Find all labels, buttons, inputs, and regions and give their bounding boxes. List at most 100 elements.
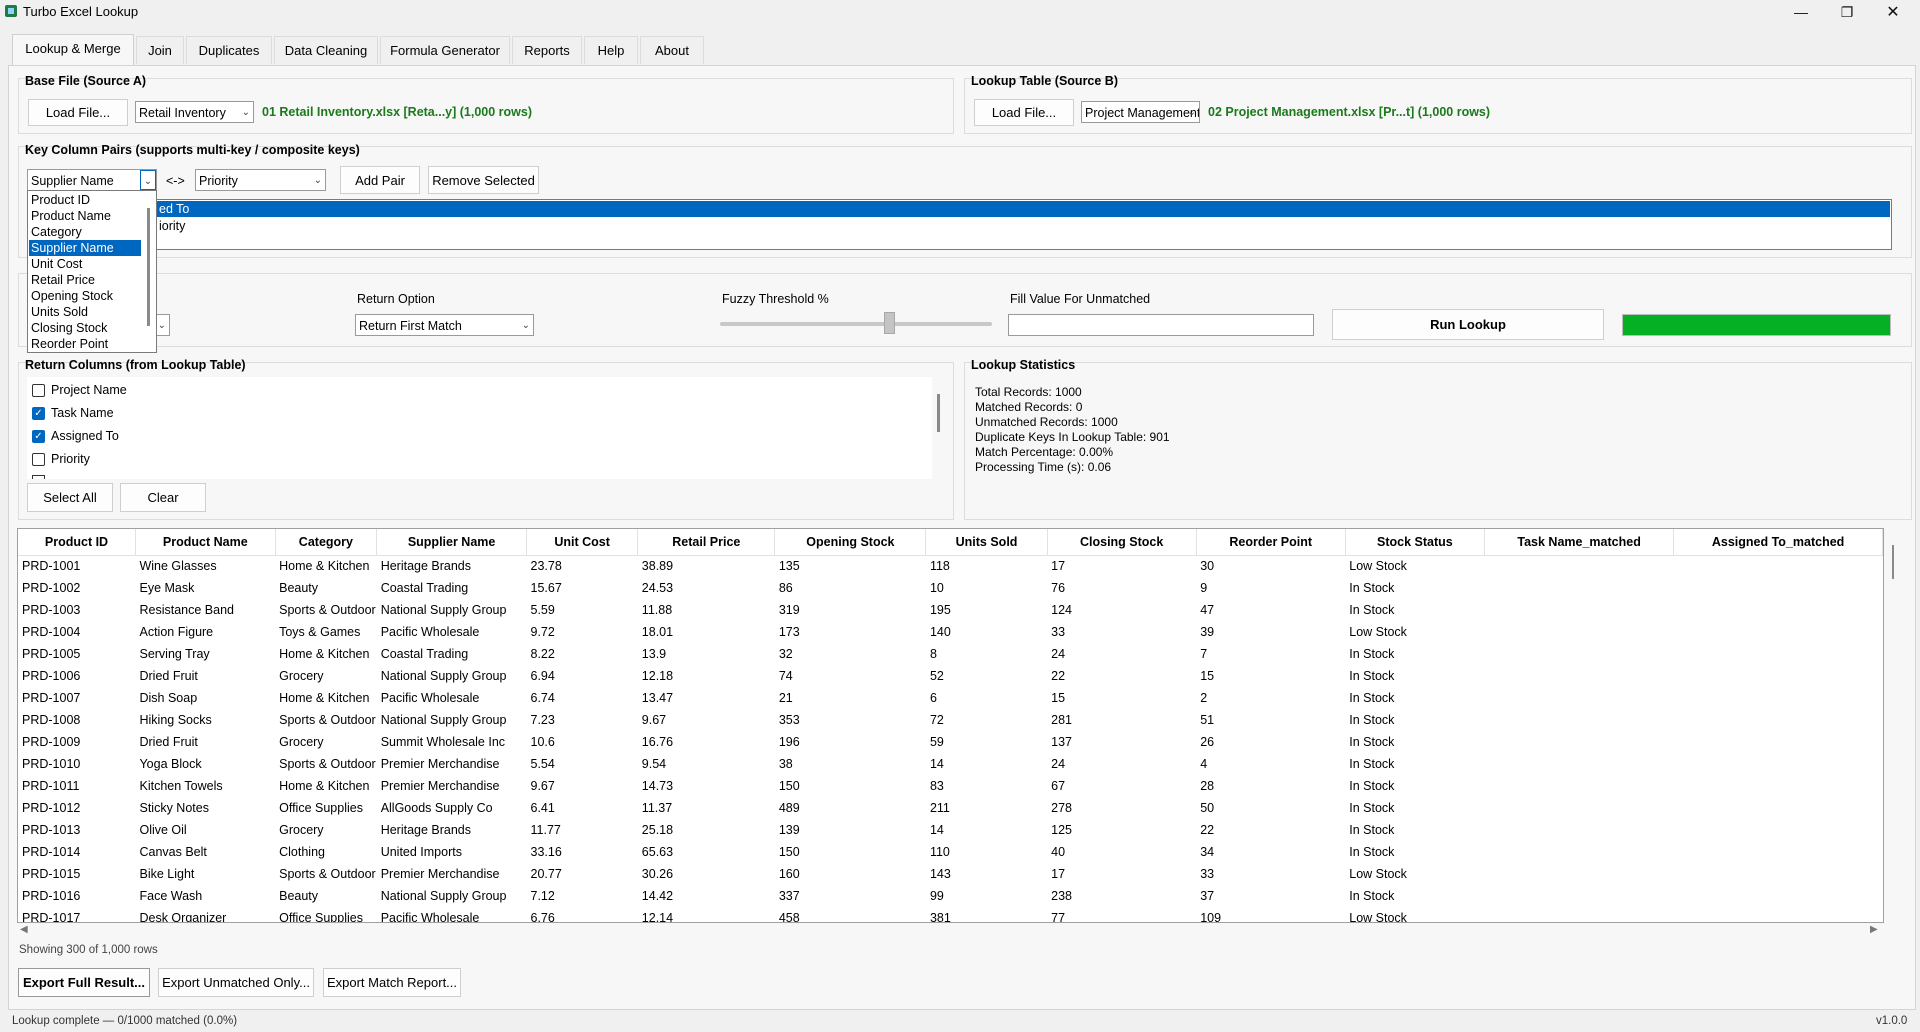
table-row[interactable]: PRD-1011 Kitchen Towels Home & Kitchen Prem…	[18, 775, 1883, 797]
chevron-down-icon[interactable]: ⌄	[140, 170, 156, 190]
column-header[interactable]: Units Sold	[925, 529, 1048, 556]
dropdown-scrollbar[interactable]	[147, 208, 150, 326]
dropdown-option[interactable]: Product Name	[29, 208, 141, 224]
remove-selected-button[interactable]: Remove Selected	[428, 166, 539, 194]
return-option-select[interactable]: Return First Match ⌄	[355, 314, 534, 336]
table-row[interactable]: PRD-1001 Wine Glasses Home & Kitchen Herita…	[18, 555, 1883, 577]
table-row[interactable]: PRD-1010 Yoga Block Sports & Outdoor Premie…	[18, 753, 1883, 775]
scroll-left-icon[interactable]: ◀	[20, 924, 28, 935]
table-row[interactable]: PRD-1006 Dried Fruit Grocery National Suppl…	[18, 665, 1883, 687]
dropdown-option[interactable]: Category	[29, 224, 141, 240]
export-match-report-button[interactable]: Export Match Report...	[323, 968, 461, 997]
tab-about[interactable]: About	[640, 36, 704, 64]
dropdown-option[interactable]: Reorder Point	[29, 336, 141, 352]
restore-icon[interactable]: ❐	[1824, 0, 1870, 24]
table-row[interactable]: PRD-1008 Hiking Socks Sports & Outdoor Nati…	[18, 709, 1883, 731]
key-right-select[interactable]: Priority ⌄	[195, 169, 326, 191]
table-cell: Premier Merchandise	[380, 867, 500, 881]
base-load-file-button[interactable]: Load File...	[28, 99, 128, 126]
column-header[interactable]: Unit Cost	[526, 529, 639, 556]
table-row[interactable]: PRD-1009 Dried Fruit Grocery Summit Wholesa…	[18, 731, 1883, 753]
column-header[interactable]: Product ID	[18, 529, 136, 556]
column-header[interactable]: Supplier Name	[376, 529, 527, 556]
dropdown-option[interactable]: Supplier Name	[29, 240, 141, 256]
clear-button[interactable]: Clear	[120, 483, 206, 512]
column-header[interactable]: Assigned To_matched	[1673, 529, 1883, 556]
tab-join[interactable]: Join	[136, 36, 184, 64]
checkbox-checked-icon[interactable]: ✓	[32, 406, 45, 420]
export-unmatched-button[interactable]: Export Unmatched Only...	[158, 968, 314, 997]
checkbox-checked-icon[interactable]: ✓	[32, 429, 45, 443]
tab-formula-generator[interactable]: Formula Generator	[380, 36, 510, 64]
export-full-result-button[interactable]: Export Full Result...	[18, 968, 150, 997]
list-item[interactable]: iority	[29, 218, 1890, 234]
lookup-load-file-button[interactable]: Load File...	[974, 99, 1074, 126]
table-cell: Pacific Wholesale	[380, 911, 480, 923]
table-row[interactable]: PRD-1007 Dish Soap Home & Kitchen Pacific W…	[18, 687, 1883, 709]
add-pair-button[interactable]: Add Pair	[340, 166, 420, 194]
key-left-dropdown-list[interactable]: Product ID Product Name Category Supplier N…	[27, 190, 157, 353]
vertical-scrollbar[interactable]	[1892, 545, 1894, 579]
table-cell: Low Stock	[1349, 625, 1407, 639]
dropdown-option[interactable]: Opening Stock	[29, 288, 141, 304]
tab-lookup-merge[interactable]: Lookup & Merge	[12, 34, 134, 66]
tab-help[interactable]: Help	[584, 36, 638, 64]
fuzzy-slider-thumb[interactable]	[883, 312, 895, 334]
column-header[interactable]: Task Name_matched	[1484, 529, 1675, 556]
fill-value-input[interactable]	[1008, 314, 1314, 336]
column-header[interactable]: Opening Stock	[774, 529, 927, 556]
table-cell: PRD-1006	[22, 669, 81, 683]
table-row[interactable]: PRD-1004 Action Figure Toys & Games Pacific…	[18, 621, 1883, 643]
table-row[interactable]: PRD-1013 Olive Oil Grocery Heritage Brands 1…	[18, 819, 1883, 841]
run-lookup-button[interactable]: Run Lookup	[1332, 309, 1604, 340]
results-grid[interactable]: Product ID Product Name Category Supplier N…	[17, 528, 1884, 923]
select-all-button[interactable]: Select All	[27, 483, 113, 512]
column-header[interactable]: Closing Stock	[1047, 529, 1197, 556]
tab-duplicates[interactable]: Duplicates	[186, 36, 272, 64]
checkbox-icon[interactable]	[32, 452, 45, 466]
fuzzy-slider-track[interactable]	[720, 322, 992, 326]
dropdown-option[interactable]: Unit Cost	[29, 256, 141, 272]
scrollbar[interactable]	[937, 394, 940, 432]
table-row[interactable]: PRD-1016 Face Wash Beauty National Supply G…	[18, 885, 1883, 907]
dropdown-option[interactable]: Closing Stock	[29, 320, 141, 336]
table-cell: Grocery	[279, 735, 324, 749]
lookup-sheet-select[interactable]: Project Management ⌄	[1081, 101, 1200, 123]
return-column-priority[interactable]: Priority	[32, 452, 90, 466]
dropdown-option[interactable]: Units Sold	[29, 304, 141, 320]
column-header[interactable]: Category	[275, 529, 378, 556]
minimize-icon[interactable]: —	[1778, 0, 1824, 24]
table-row[interactable]: PRD-1005 Serving Tray Home & Kitchen Coasta…	[18, 643, 1883, 665]
tab-reports[interactable]: Reports	[512, 36, 582, 64]
base-sheet-select[interactable]: Retail Inventory ⌄	[135, 101, 254, 123]
return-column-project-name[interactable]: Project Name	[32, 383, 127, 397]
return-column-assigned-to[interactable]: ✓ Assigned To	[32, 429, 119, 443]
table-cell: Home & Kitchen	[279, 647, 370, 661]
column-header[interactable]: Reorder Point	[1196, 529, 1346, 556]
return-column-task-name[interactable]: ✓ Task Name	[32, 406, 114, 420]
checkbox-icon[interactable]	[32, 383, 45, 397]
key-left-select[interactable]: Supplier Name ⌄	[27, 169, 157, 191]
list-item[interactable]: ed To	[29, 201, 1890, 217]
match-mode-select[interactable]: ⌄	[155, 314, 170, 336]
table-row[interactable]: PRD-1012 Sticky Notes Office Supplies AllGo…	[18, 797, 1883, 819]
table-row[interactable]: PRD-1003 Resistance Band Sports & Outdoor N…	[18, 599, 1883, 621]
table-row[interactable]: PRD-1015 Bike Light Sports & Outdoor Premie…	[18, 863, 1883, 885]
dropdown-option[interactable]: Product ID	[29, 192, 141, 208]
tab-data-cleaning[interactable]: Data Cleaning	[274, 36, 378, 64]
scroll-right-icon[interactable]: ▶	[1870, 924, 1878, 935]
table-row[interactable]: PRD-1002 Eye Mask Beauty Coastal Trading 15.…	[18, 577, 1883, 599]
close-icon[interactable]: ✕	[1870, 0, 1916, 24]
dropdown-option[interactable]: Retail Price	[29, 272, 141, 288]
column-header[interactable]: Product Name	[135, 529, 276, 556]
table-row[interactable]: PRD-1017 Desk Organizer Office Supplies Pac…	[18, 907, 1883, 923]
return-columns-list[interactable]: Project Name ✓ Task Name ✓ Assigned To Pri…	[27, 377, 932, 479]
table-row[interactable]: PRD-1014 Canvas Belt Clothing United Import…	[18, 841, 1883, 863]
chevron-down-icon: ⌄	[521, 320, 530, 331]
table-cell: 30	[1200, 559, 1215, 574]
column-header[interactable]: Stock Status	[1345, 529, 1486, 556]
table-cell: 33.16	[530, 845, 562, 859]
key-pairs-list[interactable]: ed To iority	[27, 199, 1892, 250]
table-cell: 12.18	[641, 669, 674, 683]
column-header[interactable]: Retail Price	[637, 529, 776, 556]
